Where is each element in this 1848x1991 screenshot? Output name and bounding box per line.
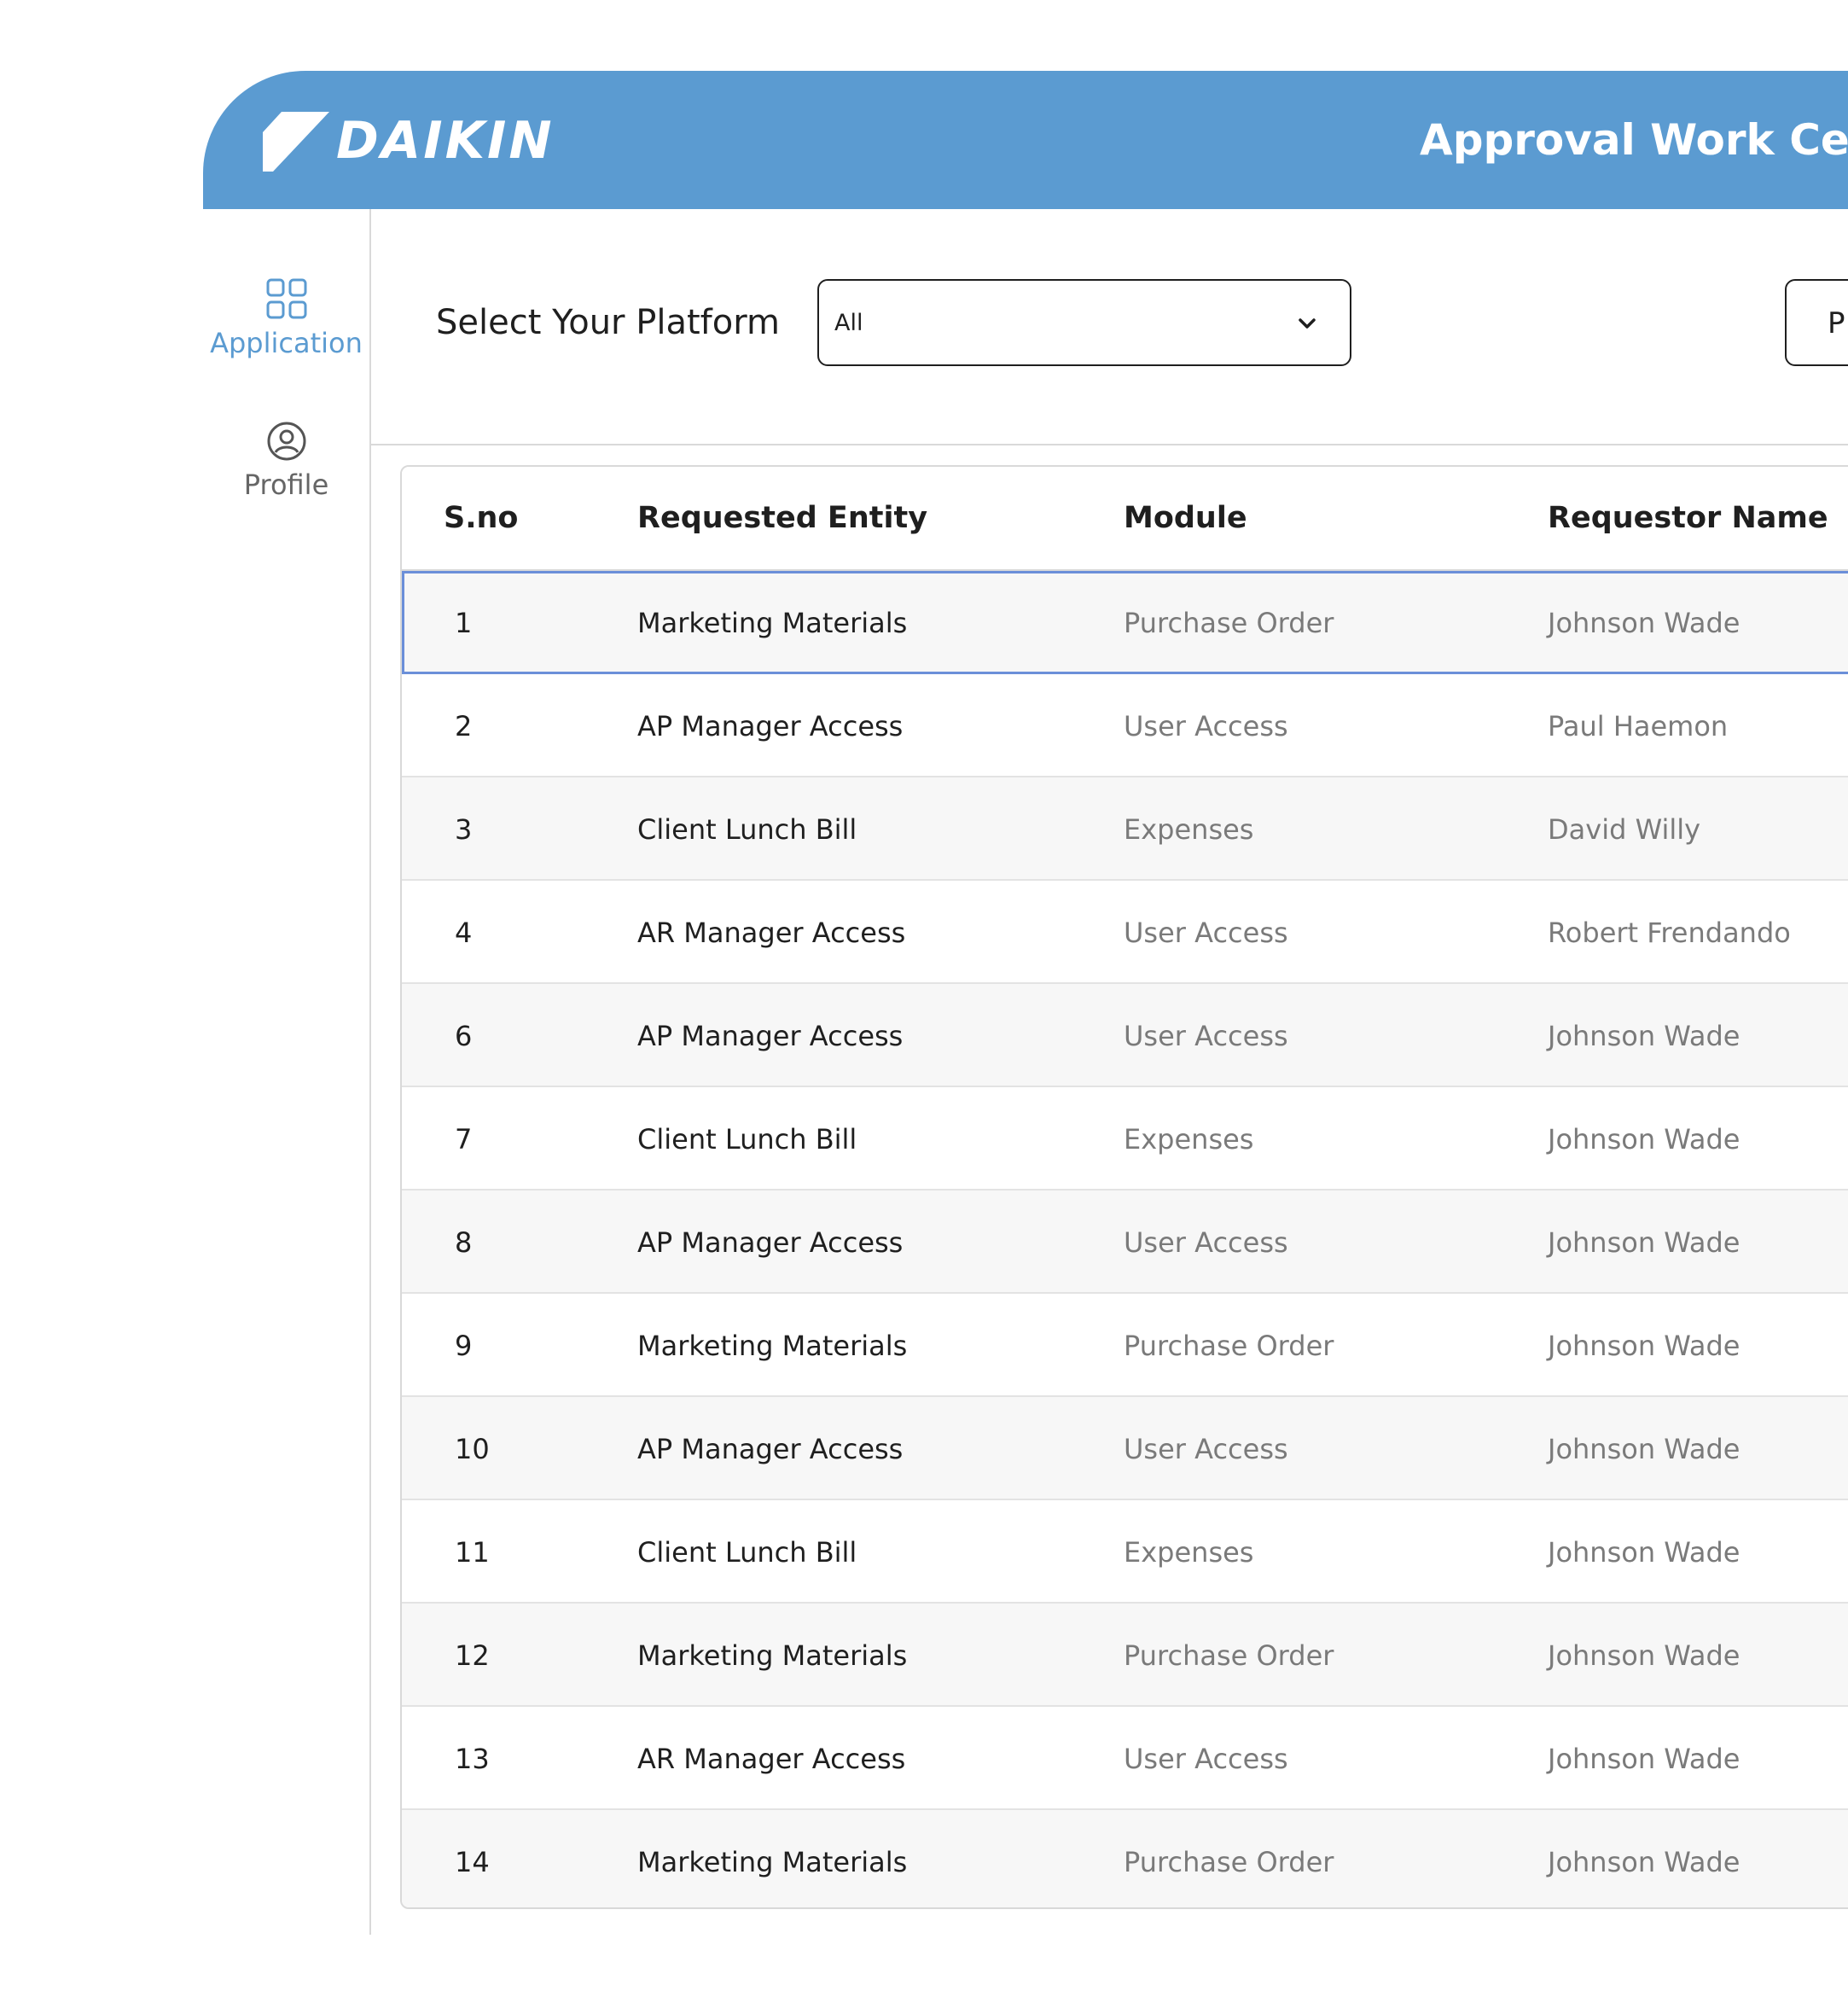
cell-module: Purchase Order: [1124, 607, 1334, 639]
cell-module: User Access: [1124, 917, 1288, 949]
cell-module: Purchase Order: [1124, 1639, 1334, 1672]
cell-module: User Access: [1124, 1433, 1288, 1465]
cell-requestor: Paul Haemon: [1548, 710, 1729, 742]
cell-requestor: Johnson Wade: [1548, 1433, 1740, 1465]
cell-sno: 9: [455, 1330, 473, 1362]
cell-entity: Marketing Materials: [637, 1639, 908, 1672]
table-row[interactable]: 12 Marketing Materials Purchase Order Jo…: [402, 1604, 1848, 1707]
table-row[interactable]: 11 Client Lunch Bill Expenses Johnson Wa…: [402, 1500, 1848, 1604]
cell-sno: 1: [455, 607, 473, 639]
cell-sno: 10: [455, 1433, 490, 1465]
cell-sno: 14: [455, 1846, 490, 1878]
table-row[interactable]: 14 Marketing Materials Purchase Order Jo…: [402, 1810, 1848, 1907]
page-title: Approval Work Cente: [1420, 115, 1848, 165]
cell-entity: AP Manager Access: [637, 1433, 904, 1465]
table-header: S.no Requested Entity Module Requestor N…: [402, 467, 1848, 571]
brand-logo[interactable]: DAIKIN: [263, 108, 555, 173]
cell-requestor: Johnson Wade: [1548, 1020, 1740, 1052]
platform-select-value: All: [834, 310, 863, 336]
cell-requestor: Johnson Wade: [1548, 1743, 1740, 1775]
cell-sno: 6: [455, 1020, 473, 1052]
approval-table: S.no Requested Entity Module Requestor N…: [400, 465, 1848, 1909]
cell-module: User Access: [1124, 710, 1288, 742]
cell-requestor: Robert Frendando: [1548, 917, 1791, 949]
sidebar-item-label: Application: [210, 327, 363, 359]
cell-entity: AP Manager Access: [637, 710, 904, 742]
cell-module: Expenses: [1124, 813, 1254, 846]
cell-sno: 11: [455, 1536, 490, 1569]
cell-entity: AP Manager Access: [637, 1226, 904, 1259]
cell-requestor: Johnson Wade: [1548, 1846, 1740, 1878]
cell-requestor: Johnson Wade: [1548, 1639, 1740, 1672]
table-row[interactable]: 6 AP Manager Access User Access Johnson …: [402, 984, 1848, 1087]
cell-module: User Access: [1124, 1020, 1288, 1052]
cell-entity: AP Manager Access: [637, 1020, 904, 1052]
cell-entity: Client Lunch Bill: [637, 1123, 857, 1156]
cell-module: Expenses: [1124, 1123, 1254, 1156]
column-header-requestor[interactable]: Requestor Name: [1548, 501, 1828, 535]
cell-sno: 3: [455, 813, 473, 846]
cell-entity: AR Manager Access: [637, 1743, 906, 1775]
table-row[interactable]: 13 AR Manager Access User Access Johnson…: [402, 1707, 1848, 1810]
cell-entity: Marketing Materials: [637, 1330, 908, 1362]
column-header-module[interactable]: Module: [1124, 501, 1247, 535]
cell-sno: 4: [455, 917, 473, 949]
secondary-filter-label: P: [1828, 306, 1845, 341]
table-row[interactable]: 3 Client Lunch Bill Expenses David Willy: [402, 777, 1848, 881]
cell-module: Purchase Order: [1124, 1330, 1334, 1362]
table-row[interactable]: 2 AP Manager Access User Access Paul Hae…: [402, 674, 1848, 777]
column-header-entity[interactable]: Requested Entity: [637, 501, 927, 535]
cell-module: User Access: [1124, 1743, 1288, 1775]
cell-entity: Client Lunch Bill: [637, 813, 857, 846]
cell-module: User Access: [1124, 1226, 1288, 1259]
cell-sno: 12: [455, 1639, 490, 1672]
cell-requestor: Johnson Wade: [1548, 1536, 1740, 1569]
cell-module: Expenses: [1124, 1536, 1254, 1569]
cell-requestor: Johnson Wade: [1548, 1123, 1740, 1156]
cell-requestor: David Willy: [1548, 813, 1701, 846]
chevron-down-icon: [1299, 318, 1316, 329]
platform-select[interactable]: All: [817, 279, 1351, 366]
app-frame: DAIKIN Approval Work Cente Application P…: [0, 0, 1848, 1991]
column-header-sno[interactable]: S.no: [444, 501, 518, 535]
cell-sno: 8: [455, 1226, 473, 1259]
cell-requestor: Johnson Wade: [1548, 1330, 1740, 1362]
cell-entity: Marketing Materials: [637, 1846, 908, 1878]
table-row[interactable]: 4 AR Manager Access User Access Robert F…: [402, 881, 1848, 984]
cell-entity: AR Manager Access: [637, 917, 906, 949]
table-row[interactable]: 8 AP Manager Access User Access Johnson …: [402, 1191, 1848, 1294]
cell-sno: 7: [455, 1123, 473, 1156]
table-row[interactable]: 9 Marketing Materials Purchase Order Joh…: [402, 1294, 1848, 1397]
table-row[interactable]: 10 AP Manager Access User Access Johnson…: [402, 1397, 1848, 1500]
sidebar-item-profile[interactable]: Profile: [203, 421, 369, 501]
cell-requestor: Johnson Wade: [1548, 607, 1740, 639]
section-divider: [371, 444, 1848, 445]
sidebar-item-application[interactable]: Application: [203, 277, 369, 359]
user-circle-icon: [267, 422, 305, 461]
cell-requestor: Johnson Wade: [1548, 1226, 1740, 1259]
table-row[interactable]: 7 Client Lunch Bill Expenses Johnson Wad…: [402, 1087, 1848, 1191]
table-row[interactable]: 1 Marketing Materials Purchase Order Joh…: [402, 571, 1848, 674]
cell-sno: 13: [455, 1743, 490, 1775]
daikin-logo-icon: [263, 112, 329, 172]
cell-sno: 2: [455, 710, 473, 742]
sidebar: Application Profile: [203, 209, 371, 1935]
sidebar-item-label: Profile: [243, 469, 329, 501]
cell-entity: Marketing Materials: [637, 607, 908, 639]
cell-entity: Client Lunch Bill: [637, 1536, 857, 1569]
grid-icon: [266, 278, 306, 319]
platform-label: Select Your Platform: [436, 303, 780, 342]
secondary-filter-button[interactable]: P: [1785, 279, 1848, 366]
brand-name: DAIKIN: [336, 111, 555, 171]
cell-module: Purchase Order: [1124, 1846, 1334, 1878]
top-header: DAIKIN Approval Work Cente: [203, 71, 1848, 209]
